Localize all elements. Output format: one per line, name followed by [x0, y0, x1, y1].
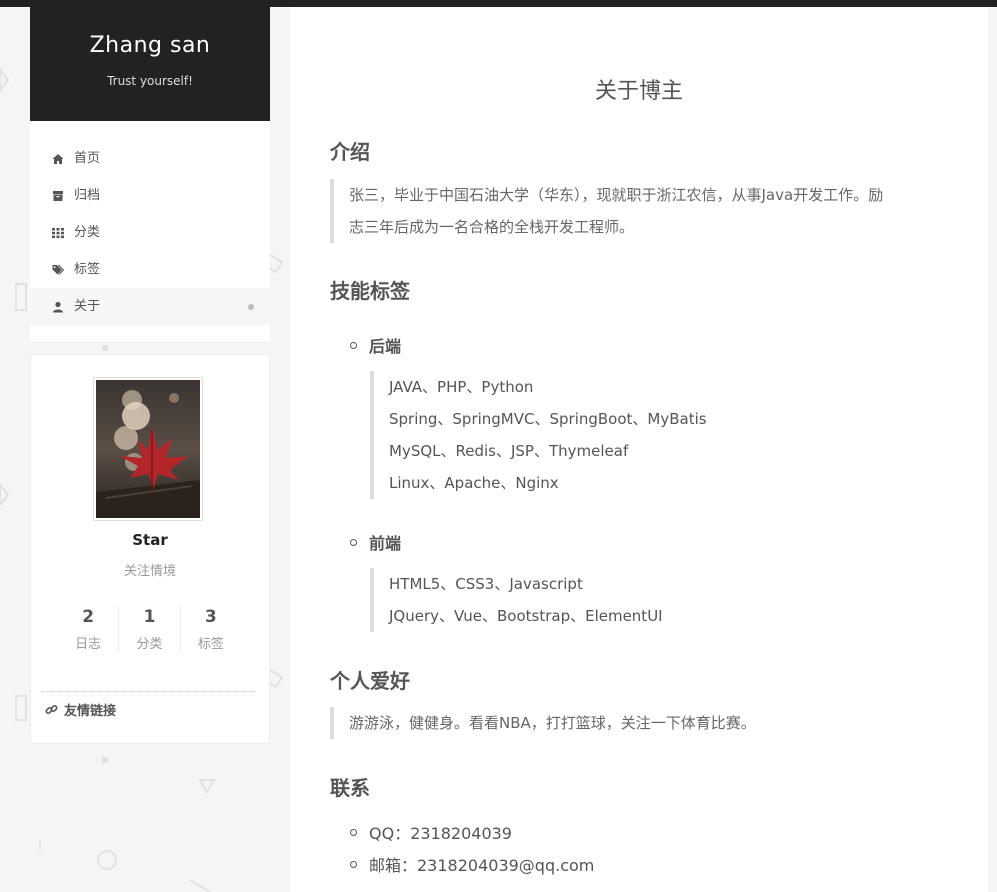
stat-count: 2	[82, 607, 95, 627]
skill-line: HTML5、CSS3、Javascript	[389, 575, 583, 593]
grid-icon	[52, 227, 64, 238]
contact-qq: QQ：2318204039	[369, 824, 512, 843]
contact-email: 邮箱：2318204039@qq.com	[369, 856, 595, 875]
frontend-skills-blockquote: HTML5、CSS3、Javascript JQuery、Vue、Bootstr…	[370, 568, 909, 632]
bullet-icon	[350, 341, 357, 349]
skill-line: Linux、Apache、Nginx	[389, 474, 559, 492]
section-heading-contact: 联系	[330, 776, 370, 800]
stat-label: 分类	[136, 637, 163, 652]
friend-links-button[interactable]: 友情链接	[45, 700, 116, 719]
intro-blockquote: 张三，毕业于中国石油大学（华东），现就职于浙江农信，从事Java开发工作。励 志…	[330, 179, 949, 243]
list-item-qq: QQ：2318204039	[350, 820, 512, 844]
sidebar-menu: 首页 归档 分类 标签 关于	[30, 121, 270, 343]
stat-label: 标签	[197, 637, 224, 652]
stat-categories[interactable]: 1 分类	[118, 605, 179, 652]
stat-count: 3	[204, 607, 217, 627]
stat-tags[interactable]: 3 标签	[179, 605, 241, 652]
menu-item-label: 分类	[74, 225, 101, 240]
list-item-backend: 后端	[350, 333, 401, 357]
skill-line: Spring、SpringMVC、SpringBoot、MyBatis	[389, 410, 707, 428]
menu-item-home[interactable]: 首页	[30, 140, 270, 177]
menu-item-tags[interactable]: 标签	[30, 251, 270, 288]
bullet-icon	[350, 860, 357, 868]
section-heading-hobby: 个人爱好	[330, 669, 410, 693]
active-indicator	[248, 304, 254, 310]
main-content: 关于博主 介绍 张三，毕业于中国石油大学（华东），现就职于浙江农信，从事Java…	[290, 7, 988, 892]
menu-item-about[interactable]: 关于	[30, 288, 270, 325]
avatar	[93, 377, 203, 521]
page-title: 关于博主	[594, 79, 683, 104]
friend-links-label: 友情链接	[64, 704, 117, 719]
site-title[interactable]: Zhang san	[30, 33, 270, 58]
menu-item-label: 标签	[74, 262, 101, 277]
section-heading-skills: 技能标签	[330, 279, 410, 303]
list-item-label: 前端	[369, 534, 402, 553]
site-brand: Zhang san Trust yourself!	[30, 7, 270, 121]
skill-line: JQuery、Vue、Bootstrap、ElementUI	[389, 607, 663, 625]
user-icon	[53, 301, 63, 312]
menu-item-label: 首页	[74, 151, 101, 166]
top-bar	[0, 0, 997, 7]
hobby-text: 游游泳，健健身。看看NBA，打打篮球，关注一下体育比赛。	[349, 714, 756, 732]
stat-label: 日志	[75, 637, 102, 652]
list-item-frontend: 前端	[350, 530, 401, 554]
menu-item-label: 关于	[74, 299, 101, 314]
section-heading-intro: 介绍	[330, 140, 370, 164]
list-item-label: 后端	[369, 337, 402, 356]
backend-skills-blockquote: JAVA、PHP、Python Spring、SpringMVC、SpringB…	[370, 371, 909, 499]
link-icon	[45, 704, 58, 715]
skill-line: MySQL、Redis、JSP、Thymeleaf	[389, 442, 629, 460]
bullet-icon	[350, 828, 357, 836]
intro-text-line: 张三，毕业于中国石油大学（华东），现就职于浙江农信，从事Java开发工作。励	[349, 186, 884, 204]
skill-line: JAVA、PHP、Python	[389, 378, 534, 396]
menu-item-archive[interactable]: 归档	[30, 177, 270, 214]
home-icon	[52, 153, 64, 164]
profile-description: 关注情境	[123, 564, 176, 579]
site-subtitle: Trust yourself!	[107, 74, 193, 88]
archive-icon	[53, 190, 63, 201]
intro-text-line: 志三年后成为一名合格的全栈开发工程师。	[349, 218, 635, 236]
tags-icon	[52, 264, 64, 275]
stat-posts[interactable]: 2 日志	[58, 605, 118, 652]
menu-item-label: 归档	[74, 188, 101, 203]
profile-card: Star 关注情境 2 日志 1 分类 3 标签 友情链接	[30, 354, 270, 744]
menu-item-category[interactable]: 分类	[30, 214, 270, 251]
list-item-email: 邮箱：2318204039@qq.com	[350, 852, 594, 876]
hobby-blockquote: 游游泳，健健身。看看NBA，打打篮球，关注一下体育比赛。	[330, 707, 949, 739]
profile-name: Star	[132, 531, 168, 549]
stat-count: 1	[143, 607, 156, 627]
profile-stats: 2 日志 1 分类 3 标签	[58, 605, 241, 652]
bullet-icon	[350, 538, 357, 546]
avatar-image	[96, 380, 200, 518]
divider	[42, 691, 256, 692]
